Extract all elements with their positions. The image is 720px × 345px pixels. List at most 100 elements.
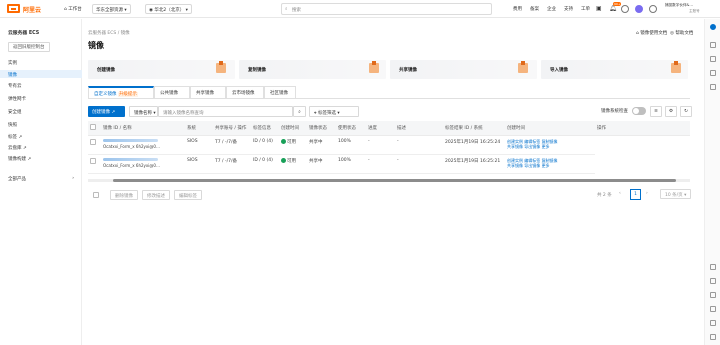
ai-assistant-icon[interactable] [635,5,643,13]
document-icon[interactable] [710,278,716,284]
account-selector[interactable]: 华东全部资源 ▾ [92,4,131,14]
action-edit-tags[interactable]: 编辑标签 [524,139,540,144]
action-share-image[interactable]: 共享镜像 [507,163,523,168]
back-old-console-button[interactable]: 返回旧版控制台 [8,42,50,52]
cell-system: SIOS [185,135,213,155]
sidebar-all-products[interactable]: 全部产品 › [8,176,74,182]
next-page-icon[interactable]: › [646,191,648,196]
settings-icon[interactable] [710,84,716,90]
workbench-link[interactable]: ⌂ 工作台 [64,6,82,12]
page-number-button[interactable]: 1 [630,189,641,200]
search-button[interactable]: ⌕ [293,106,306,117]
terminal-icon[interactable]: ▣ [596,5,602,12]
refresh-icon[interactable] [710,320,716,326]
help-icon[interactable] [621,5,629,13]
help-doc-link[interactable]: ◎ 帮助文档 [670,30,693,36]
sidebar-item-eni[interactable]: 弹性网卡 [8,96,26,102]
copy-image-illustration-icon [369,61,379,73]
action-export-image[interactable]: 导出镜像 [524,144,540,149]
action-share-image[interactable]: 共享镜像 [507,144,523,149]
image-id-link[interactable] [103,157,158,161]
sidebar-item-private[interactable]: 专有云 [8,83,22,89]
tab-marketplace-images[interactable]: 云市场镜像 [226,86,264,98]
sidebar-item-image-builder[interactable]: 镜像构建 ↗ [8,156,31,162]
chat-icon[interactable] [710,306,716,312]
tab-custom-images[interactable]: 自定义镜像 升级提示 [88,86,154,98]
region-selector[interactable]: ◉ 华北2（北京） ▾ [145,4,192,14]
horizontal-scrollbar[interactable] [88,179,690,182]
menu-ticket[interactable]: 工单 [581,6,590,12]
action-edit-tags[interactable]: 编辑标签 [524,158,540,163]
table-row: Ocatxxi_Form_x 6h2yxi@0… SIOS T7 / -/7/备… [88,135,690,155]
action-more[interactable]: 更多 [542,163,550,168]
cell-time: 2025年1月19日 16:25:21 [443,154,505,174]
delete-image-button[interactable]: 删除镜像 [110,190,138,200]
menu-fees[interactable]: 费用 [513,6,522,12]
sidebar-item-snapshot[interactable]: 快照 [8,122,17,128]
modify-desc-button[interactable]: 修改描述 [142,190,170,200]
tag-filter-select[interactable]: ⌖ 标签筛选 ▾ [309,106,359,117]
sidebar-item-tags[interactable]: 标签 ↗ [8,134,22,140]
page-title: 镜像 [88,41,104,50]
action-export-image[interactable]: 导出镜像 [524,163,540,168]
mail-icon[interactable] [710,42,716,48]
col-header-progress: 进度 [366,121,395,136]
refresh-icon[interactable]: ↻ [680,106,692,117]
image-doc-link[interactable]: ⌂ 镜像使用文档 [636,30,667,36]
aliyun-logo-icon[interactable] [7,4,20,13]
tab-public-images[interactable]: 公共镜像 [154,86,190,98]
globe-icon[interactable] [649,5,657,13]
cell-usage: 共享中 [307,154,336,174]
sidebar-item-images[interactable]: 镜像 [0,70,82,78]
select-all-checkbox[interactable] [90,123,96,130]
action-copy-image[interactable]: 复制镜像 [542,158,558,163]
card-copy-image[interactable]: 复制镜像 [239,60,386,79]
row-checkbox[interactable] [90,138,96,145]
cell-progress: 100% [336,154,366,174]
search-field-select[interactable]: 镜像名称 ▾ [129,106,158,117]
prev-page-icon[interactable]: ‹ [619,191,621,196]
action-more[interactable]: 更多 [542,144,550,149]
image-check-toggle[interactable] [632,107,646,115]
action-copy-image[interactable]: 复制镜像 [542,139,558,144]
tab-shared-images[interactable]: 共享镜像 [190,86,226,98]
image-search-input[interactable]: 请输入镜像名称查询 [158,106,293,117]
feedback-icon[interactable] [710,264,716,270]
list-view-icon[interactable]: ≡ [650,106,662,117]
menu-support[interactable]: 支持 [564,6,573,12]
scrollbar-thumb[interactable] [113,179,676,182]
card-share-image[interactable]: 共享镜像 [390,60,537,79]
search-input[interactable]: 搜索 [292,7,301,13]
row-checkbox[interactable] [90,157,96,164]
action-create-instance[interactable]: 创建实例 [507,139,523,144]
edit-icon[interactable] [710,70,716,76]
sidebar-item-security-group[interactable]: 安全组 [8,109,22,115]
image-name: Ocatxxi_Form_x 6h2yxi@0… [103,162,160,168]
table-header-row: 镜像 ID / 名称 系统 共享账号 / 操作 标签信息 创建时间 镜像状态 使… [88,121,690,136]
breadcrumb[interactable]: 云服务器 ECS / 镜像 [88,30,130,36]
collapse-icon[interactable] [710,334,716,340]
menu-beian[interactable]: 备案 [530,6,539,12]
create-image-button[interactable]: 创建镜像 ↗ [88,106,125,117]
tab-community-images[interactable]: 社区镜像 [264,86,296,98]
cell-share: T7 / -/7/备 [213,135,251,155]
edit-tags-button[interactable]: 编辑标签 [174,190,202,200]
footer-select-all-checkbox[interactable] [93,192,99,198]
global-search[interactable]: ⌕ 搜索 [281,3,492,15]
bell-icon[interactable]: 🔔︎ [609,5,617,12]
gear-icon[interactable]: ⚙ [665,106,677,117]
card-create-image[interactable]: 创建镜像 [88,60,235,79]
phone-icon[interactable] [710,56,716,62]
card-import-image[interactable]: 导入镜像 [541,60,688,79]
user-name[interactable]: 捕捉数字伙伴&… [665,3,693,8]
sidebar-item-disk[interactable]: 云盘库 ↗ [8,145,27,151]
action-create-instance[interactable]: 创建实例 [507,158,523,163]
page-size-select[interactable]: 10 条/页 ▾ [660,189,691,199]
logo-text[interactable]: 阿里云 [23,5,41,14]
assistant-icon[interactable] [710,24,716,30]
image-id-link[interactable] [103,138,158,142]
sidebar-item-instances[interactable]: 实例 [8,60,17,66]
gear-icon[interactable] [710,292,716,298]
top-bar: 阿里云 ⌂ 工作台 华东全部资源 ▾ ◉ 华北2（北京） ▾ ⌕ 搜索 费用 备… [0,0,720,18]
menu-enterprise[interactable]: 企业 [547,6,556,12]
